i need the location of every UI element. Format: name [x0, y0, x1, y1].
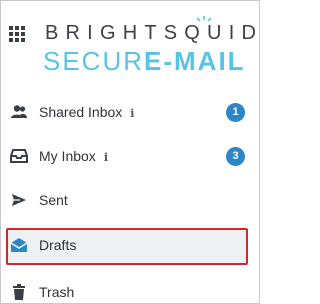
nav-item-trash[interactable]: Trash: [1, 273, 259, 303]
brand-bottom-bold: E-MAIL: [144, 46, 246, 76]
info-icon[interactable]: i: [130, 107, 134, 120]
unread-count-badge: 1: [226, 102, 245, 122]
info-icon[interactable]: i: [104, 151, 108, 164]
brand-wordmark-top: BRIGHTSQUID: [45, 22, 260, 44]
squid-rays-icon: [196, 16, 212, 22]
users-icon: [10, 103, 28, 121]
paper-plane-icon: [10, 191, 28, 209]
sidebar-panel: BRIGHTSQUID SECURE-MAIL Shared Inboxi 1: [0, 0, 260, 304]
brand-top-text: BRIGHTSQUID: [45, 22, 260, 44]
nav-item-label: Drafts: [39, 237, 77, 253]
envelope-open-icon: [10, 236, 28, 254]
nav-item-label: Trash: [39, 284, 75, 300]
unread-count-badge: 3: [226, 146, 245, 166]
brand-wordmark-bottom: SECURE-MAIL: [43, 47, 246, 75]
nav-item-sent[interactable]: Sent: [1, 181, 259, 219]
app-grid-icon[interactable]: [9, 26, 25, 42]
nav-item-drafts[interactable]: Drafts: [1, 226, 259, 264]
inbox-icon: [10, 147, 28, 165]
brand-bottom-light: SECUR: [43, 46, 145, 76]
nav-item-shared-inbox[interactable]: Shared Inbox i 1: [1, 93, 259, 131]
nav-item-label: My Inbox i: [39, 148, 108, 164]
nav-item-label: Sent: [39, 192, 68, 208]
trash-icon: [10, 283, 28, 301]
nav-item-my-inbox[interactable]: My Inbox i 3: [1, 137, 259, 175]
nav-item-label: Shared Inbox i: [39, 104, 135, 120]
